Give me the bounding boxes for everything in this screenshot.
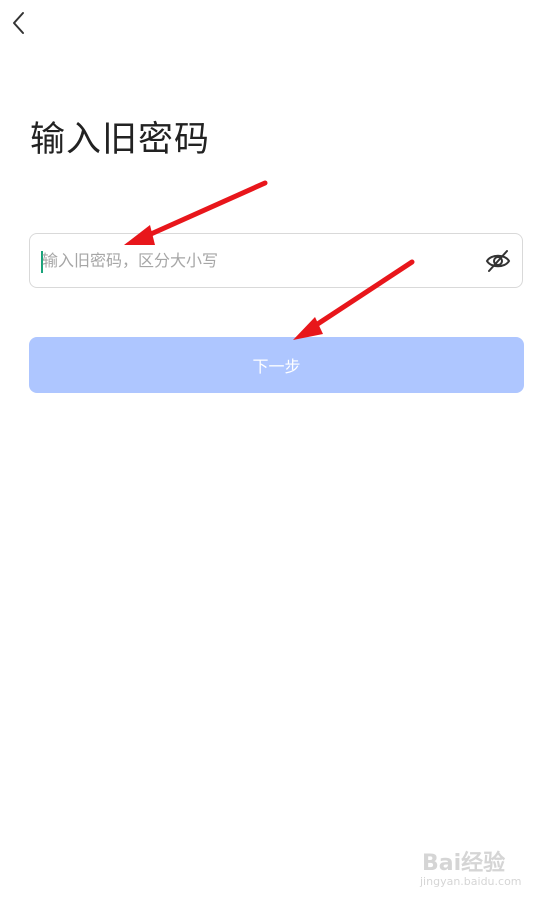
old-password-input[interactable]	[42, 234, 472, 287]
baidu-jingyan-watermark: Bai经验 jingyan.baidu.com	[420, 845, 530, 891]
next-step-button[interactable]: 下一步	[29, 337, 524, 393]
back-button[interactable]	[4, 8, 32, 38]
old-password-field[interactable]	[29, 233, 523, 288]
watermark-logo: Bai经验	[422, 851, 506, 876]
toggle-visibility-button[interactable]	[484, 247, 512, 275]
chevron-left-icon	[13, 12, 24, 34]
page-title: 输入旧密码	[30, 120, 211, 160]
eye-off-icon	[485, 250, 511, 272]
watermark-url: jingyan.baidu.com	[420, 875, 522, 888]
change-password-page: 输入旧密码 下一步 Bai经验 jingyan.baidu.com	[0, 0, 550, 900]
